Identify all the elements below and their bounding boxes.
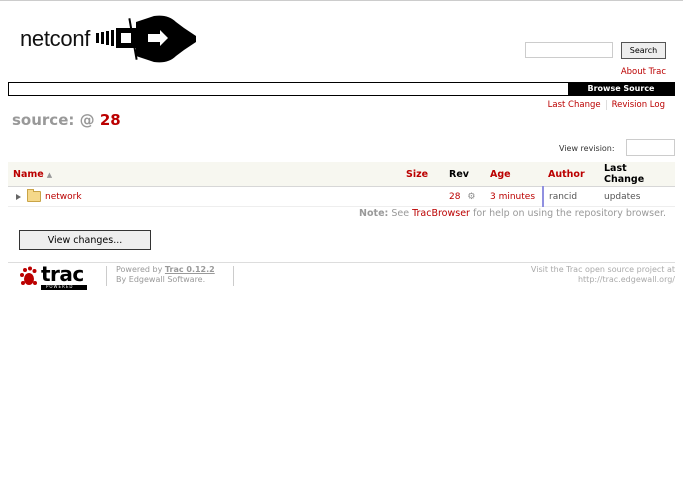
table-header-row: Name ▲ Size Rev Age Author Last Change: [8, 162, 675, 187]
visit-trac: Visit the Trac open source project at ht…: [531, 265, 675, 285]
trac-site-link[interactable]: http://trac.edgewall.org/: [578, 275, 675, 284]
trac-logo[interactable]: trac POWERED: [19, 262, 89, 294]
ctxnav-revision-log[interactable]: Revision Log: [612, 100, 665, 110]
header-name[interactable]: Name ▲: [8, 162, 401, 187]
header-size[interactable]: Size: [401, 162, 444, 187]
header-rev: Rev: [444, 162, 485, 187]
trac-version-link[interactable]: Trac 0.12.2: [165, 265, 215, 274]
help-note: Note: See TracBrowser for help on using …: [359, 208, 666, 219]
folder-icon: [27, 189, 41, 202]
rev-link[interactable]: 28: [449, 192, 460, 202]
header-age[interactable]: Age: [485, 162, 543, 187]
ctxnav-separator: [605, 100, 607, 110]
cell-rev: 28 ⚙: [444, 186, 485, 207]
network-cable-icon: [96, 15, 197, 63]
context-nav: Last Change Revision Log: [548, 100, 665, 110]
expand-triangle-icon[interactable]: [16, 193, 21, 200]
powered-by-prefix: Powered by: [116, 265, 163, 274]
visit-line-1: Visit the Trac open source project at: [530, 265, 675, 274]
tracbrowser-link[interactable]: TracBrowser: [412, 208, 470, 219]
changeset-icon[interactable]: ⚙: [467, 192, 475, 202]
note-label: Note:: [359, 208, 389, 219]
page-title-revision[interactable]: 28: [100, 111, 121, 129]
age-link[interactable]: 3 minutes: [490, 192, 535, 202]
view-revision-input[interactable]: [626, 139, 675, 156]
header-last-change: Last Change: [599, 162, 675, 187]
logo-text: netconf: [20, 26, 91, 51]
cell-last-change: updates: [599, 186, 675, 207]
main-nav: Browse Source: [8, 82, 675, 96]
trac-logo-text: trac: [41, 262, 84, 286]
search-input[interactable]: [525, 42, 613, 58]
cell-age: 3 minutes: [485, 186, 544, 207]
site-logo[interactable]: netconf: [20, 14, 197, 64]
note-text-before: See: [391, 208, 410, 219]
search-button[interactable]: Search: [621, 42, 666, 59]
cell-size: [401, 186, 444, 207]
powered-by: Powered by Trac 0.12.2 By Edgewall Softw…: [116, 265, 215, 285]
page-title-prefix: source: @: [12, 111, 95, 129]
sort-asc-icon: ▲: [46, 170, 53, 179]
page-title: source: @ 28: [12, 111, 121, 129]
table-row: network 28 ⚙ 3 minutes rancid updates: [8, 186, 675, 207]
top-border: [0, 0, 683, 1]
view-changes-button[interactable]: View changes...: [19, 230, 151, 250]
header-author[interactable]: Author: [543, 162, 599, 187]
view-revision-label: View revision:: [559, 144, 615, 153]
folder-link-network[interactable]: network: [45, 192, 82, 202]
ctxnav-last-change[interactable]: Last Change: [548, 100, 601, 110]
footer-separator: [106, 266, 107, 286]
trac-logo-subtext: POWERED: [46, 284, 74, 289]
note-text-after: for help on using the repository browser…: [473, 208, 666, 219]
nav-item-browse-source[interactable]: Browse Source: [568, 83, 674, 95]
footer-divider: [8, 262, 675, 263]
directory-listing: Name ▲ Size Rev Age Author Last Change ne…: [8, 162, 675, 207]
powered-by-line2: By Edgewall Software.: [116, 275, 206, 284]
about-trac-link[interactable]: About Trac: [621, 67, 666, 77]
cell-name: network: [8, 186, 401, 207]
footer-separator-2: [233, 266, 234, 286]
cell-author: rancid: [543, 186, 599, 207]
